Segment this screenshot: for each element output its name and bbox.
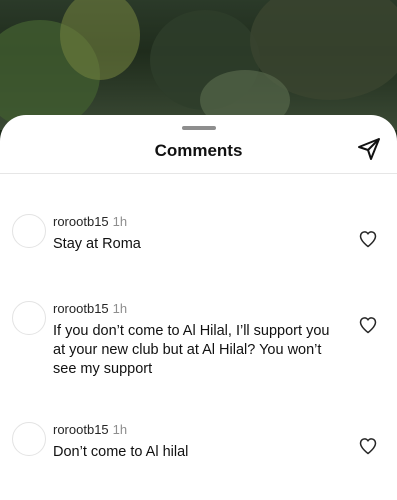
- drag-handle[interactable]: [182, 126, 216, 130]
- comment-meta: rorootb15 1h: [53, 422, 127, 438]
- comment-time: 1h: [112, 422, 128, 437]
- sheet-title: Comments: [154, 141, 243, 160]
- comments-sheet: Comments rorootb15 1h Stay at Roma roroot…: [0, 115, 397, 500]
- comment-text: Don’t come to Al hilal: [53, 444, 189, 460]
- comment-meta: rorootb15 1h: [53, 301, 127, 317]
- comment-username[interactable]: rorootb15: [53, 301, 109, 316]
- comment-text: Stay at Roma: [53, 236, 141, 252]
- background-photo: [0, 0, 397, 130]
- divider: [0, 173, 397, 174]
- comment-meta: rorootb15 1h: [53, 214, 127, 230]
- comment-text: If you don’t come to Al Hilal, I’ll supp…: [53, 323, 330, 377]
- comment-time: 1h: [112, 214, 128, 229]
- comment-username[interactable]: rorootb15: [53, 214, 109, 229]
- paper-plane-icon[interactable]: [357, 137, 381, 161]
- heart-outline-icon[interactable]: [358, 315, 378, 335]
- avatar[interactable]: [12, 422, 46, 456]
- avatar[interactable]: [12, 214, 46, 248]
- avatar[interactable]: [12, 301, 46, 335]
- heart-outline-icon[interactable]: [358, 229, 378, 249]
- comment-time: 1h: [112, 301, 128, 316]
- heart-outline-icon[interactable]: [358, 436, 378, 456]
- comment-username[interactable]: rorootb15: [53, 422, 109, 437]
